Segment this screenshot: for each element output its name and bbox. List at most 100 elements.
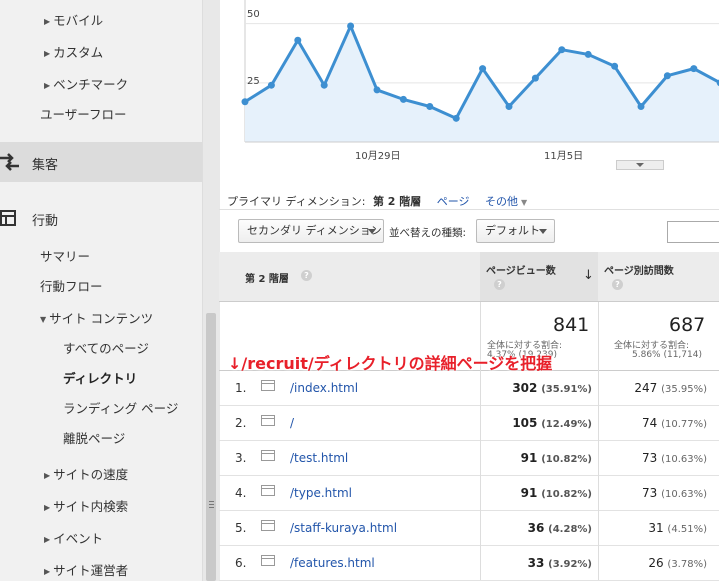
col-header-dimension[interactable]: 第 2 階層 ?: [219, 252, 480, 302]
sidebar-scrollbar[interactable]: [202, 0, 220, 581]
data-point[interactable]: [505, 103, 513, 110]
col-header-unique-pageviews[interactable]: ページ別訪問数 ?: [598, 252, 719, 302]
data-point[interactable]: [558, 46, 566, 54]
table-row[interactable]: 2. / 105 (12.49%) 74 (10.77%): [219, 405, 719, 441]
data-point[interactable]: [399, 95, 407, 103]
table-row[interactable]: 1. /index.html 302 (35.91%) 247 (35.95%): [219, 370, 719, 406]
sidebar-section-acquisition[interactable]: 集客: [0, 142, 202, 182]
row-pageviews: 91 (10.82%): [520, 486, 592, 500]
acquisition-arrows-icon: [0, 153, 19, 171]
row-path-link[interactable]: /staff-kuraya.html: [290, 521, 397, 535]
data-point[interactable]: [452, 114, 460, 122]
row-unique-pageviews: 74 (10.77%): [641, 416, 707, 430]
sort-type-label: 並べ替えの種類:: [389, 227, 467, 239]
data-point[interactable]: [320, 81, 328, 89]
page-preview-icon[interactable]: [261, 450, 275, 461]
primary-dimension-bar: プライマリ ディメンション: 第 2 階層 ページ その他 ▼: [227, 193, 527, 209]
data-point[interactable]: [294, 36, 302, 44]
table-filter-input[interactable]: [667, 221, 719, 243]
data-point[interactable]: [663, 72, 671, 80]
data-point[interactable]: [426, 103, 434, 110]
chevron-down-icon: [368, 229, 376, 234]
sidebar-item-all-pages[interactable]: すべてのページ: [63, 338, 149, 357]
row-path-link[interactable]: /type.html: [290, 486, 352, 500]
sort-type-select[interactable]: デフォルト: [476, 219, 555, 243]
sidebar-item-behavior-flow[interactable]: 行動フロー: [40, 276, 103, 295]
chevron-down-icon: ▼: [521, 198, 528, 207]
sidebar-item-directory[interactable]: ディレクトリ: [63, 368, 137, 387]
row-path-link[interactable]: /test.html: [290, 451, 348, 465]
page-preview-icon[interactable]: [261, 520, 275, 531]
help-icon[interactable]: ?: [301, 270, 312, 281]
page-preview-icon[interactable]: [261, 555, 275, 566]
data-point[interactable]: [267, 81, 275, 89]
sidebar-item-mobile[interactable]: ▶ モバイル: [44, 10, 103, 29]
summary-unique-pct: 5.86% (11,714): [632, 350, 702, 360]
y-tick-label: 25: [247, 76, 260, 87]
data-point[interactable]: [373, 86, 381, 94]
sidebar-item-user-flow[interactable]: ユーザーフロー: [40, 104, 127, 123]
row-unique-pageviews: 31 (4.51%): [648, 521, 707, 535]
col-header-pageviews[interactable]: ページビュー数 ? ↓: [480, 252, 598, 302]
row-number: 6.: [235, 556, 247, 570]
sidebar-scroll-thumb[interactable]: [206, 313, 216, 581]
triangle-down-icon: ▼: [40, 315, 47, 324]
row-pageviews: 302 (35.91%): [512, 381, 592, 395]
annotation-text: ↓/recruit/ディレクトリの詳細ページを把握: [228, 354, 553, 373]
row-number: 2.: [235, 416, 247, 430]
sidebar-item-benchmark[interactable]: ▶ ベンチマーク: [44, 74, 128, 93]
row-number: 4.: [235, 486, 247, 500]
sidebar-item-summary[interactable]: サマリー: [40, 246, 90, 265]
x-tick-label: 10月29日: [355, 151, 401, 162]
secondary-dimension-select[interactable]: セカンダリ ディメンション: [238, 219, 384, 243]
primary-dimension-other-link[interactable]: その他: [485, 195, 518, 208]
page-preview-icon[interactable]: [261, 485, 275, 496]
data-point[interactable]: [531, 74, 539, 82]
row-unique-pageviews: 247 (35.95%): [634, 381, 707, 395]
sidebar-item-site-speed[interactable]: ▶ サイトの速度: [44, 464, 128, 483]
chevron-down-icon: [636, 163, 644, 167]
sidebar-item-custom[interactable]: ▶ カスタム: [44, 42, 103, 61]
data-point[interactable]: [479, 65, 487, 73]
table-row[interactable]: 5. /staff-kuraya.html 36 (4.28%) 31 (4.51%): [219, 510, 719, 546]
sidebar-section-behavior[interactable]: 行動: [0, 198, 202, 238]
column-separator: [480, 405, 481, 440]
sidebar-item-site-search[interactable]: ▶ サイト内検索: [44, 496, 128, 515]
help-icon[interactable]: ?: [612, 279, 623, 290]
row-pageviews: 105 (12.49%): [512, 416, 592, 430]
row-path-link[interactable]: /index.html: [290, 381, 358, 395]
row-pageviews: 33 (3.92%): [527, 556, 592, 570]
help-icon[interactable]: ?: [494, 279, 505, 290]
summary-pageviews: 841: [553, 314, 590, 336]
column-separator: [480, 545, 481, 580]
table-row[interactable]: 3. /test.html 91 (10.82%) 73 (10.63%): [219, 440, 719, 476]
primary-dimension-current: 第 2 階層: [372, 195, 422, 208]
data-point[interactable]: [347, 22, 355, 30]
row-path-link[interactable]: /features.html: [290, 556, 375, 570]
table-row[interactable]: 4. /type.html 91 (10.82%) 73 (10.63%): [219, 475, 719, 511]
sidebar-item-landing-page[interactable]: ランディング ページ: [63, 398, 178, 417]
triangle-right-icon: ▶: [44, 535, 51, 544]
sidebar-item-site-content[interactable]: ▼ サイト コンテンツ: [40, 308, 153, 327]
sidebar-item-events[interactable]: ▶ イベント: [44, 528, 103, 547]
primary-dimension-page-link[interactable]: ページ: [437, 195, 470, 208]
primary-dimension-label: プライマリ ディメンション:: [227, 195, 366, 208]
data-point[interactable]: [584, 50, 592, 58]
summary-unique-pageviews: 687: [669, 314, 706, 336]
chart-resize-handle[interactable]: [616, 160, 664, 170]
page-preview-icon[interactable]: [261, 415, 275, 426]
column-separator: [598, 545, 599, 580]
page-preview-icon[interactable]: [261, 380, 275, 391]
sidebar-item-publisher[interactable]: ▶ サイト運営者: [44, 560, 128, 579]
data-point[interactable]: [241, 98, 249, 106]
row-path-link[interactable]: /: [290, 416, 294, 430]
column-separator: [598, 302, 599, 370]
data-point[interactable]: [611, 62, 619, 70]
data-point[interactable]: [690, 65, 698, 73]
table-row[interactable]: 6. /features.html 33 (3.92%) 26 (3.78%): [219, 545, 719, 581]
sidebar-item-exit-page[interactable]: 離脱ページ: [63, 428, 125, 447]
row-unique-pageviews: 26 (3.78%): [648, 556, 707, 570]
triangle-right-icon: ▶: [44, 81, 51, 90]
data-point[interactable]: [637, 103, 645, 110]
row-pageviews: 36 (4.28%): [527, 521, 592, 535]
